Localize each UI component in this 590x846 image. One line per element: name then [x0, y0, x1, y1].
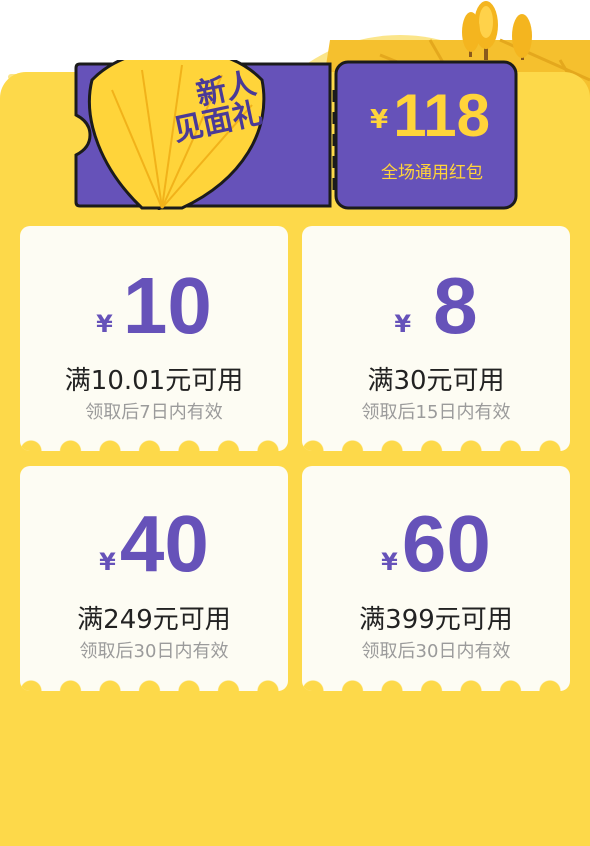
coupon-yen-symbol: ¥	[99, 548, 116, 576]
coupon-validity: 领取后15日内有效	[361, 402, 511, 423]
coupon-card[interactable]: ¥ 8 满30元可用 领取后15日内有效	[302, 226, 570, 451]
banner-amount-block: ¥ 118	[350, 84, 510, 148]
coupon-condition: 满10.01元可用	[64, 366, 244, 396]
coupon-scallop-edge	[20, 440, 288, 451]
coupon-card[interactable]: ¥ 60 满399元可用 领取后30日内有效	[302, 466, 570, 691]
coupon-amount: 40	[119, 499, 209, 588]
coupon-validity: 领取后30日内有效	[361, 641, 511, 662]
coupon-card[interactable]: ¥ 10 满10.01元可用 领取后7日内有效	[20, 226, 288, 451]
coupon-condition: 满249元可用	[77, 605, 231, 635]
coupon-validity: 领取后30日内有效	[79, 641, 229, 662]
coupon-condition: 满399元可用	[359, 605, 513, 635]
coupon-yen-symbol: ¥	[96, 310, 113, 338]
coupon-scallop-edge	[302, 680, 570, 691]
banner-total-amount: 118	[393, 82, 490, 149]
coupon-condition: 满30元可用	[367, 366, 505, 396]
coupon-scallop-edge	[20, 680, 288, 691]
coupon-validity: 领取后7日内有效	[85, 402, 223, 423]
newcomer-gift-banner: 新人 见面礼 ¥ 118 全场通用红包	[72, 47, 518, 212]
coupon-card[interactable]: ¥ 40 满249元可用 领取后30日内有效	[20, 466, 288, 691]
banner-subtitle: 全场通用红包	[381, 163, 483, 183]
coupon-amount: 60	[401, 499, 491, 588]
banner-yen-symbol: ¥	[370, 105, 389, 135]
coupon-amount: 8	[433, 261, 478, 350]
coupon-yen-symbol: ¥	[394, 310, 412, 338]
coupon-scallop-edge	[302, 440, 570, 451]
coupon-yen-symbol: ¥	[381, 548, 398, 576]
coupon-amount: 10	[122, 261, 212, 350]
